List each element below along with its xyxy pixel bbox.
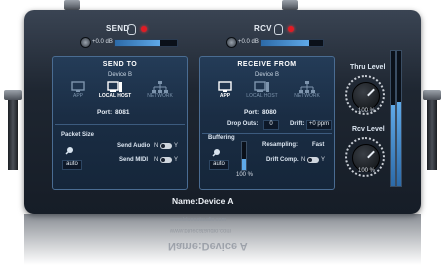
drift-comp-n: N (301, 157, 306, 163)
send-led (141, 26, 147, 32)
send-to-device: Device B (107, 72, 132, 78)
send-option-localhost-label: LOCAL HOST (98, 93, 132, 99)
output-meter-right (396, 50, 402, 187)
send-midi-n: N (154, 157, 159, 163)
network-icon (299, 81, 315, 93)
buffer-meter-fill (242, 158, 246, 170)
send-port-label: Port: (97, 109, 113, 116)
receive-option-localhost[interactable]: LOCAL HOST (244, 81, 280, 99)
thru-level-knob[interactable] (352, 82, 380, 110)
rcv-mic-icon (274, 24, 283, 35)
buffering-label: Buffering (208, 135, 235, 141)
resampling-value[interactable]: Fast (312, 142, 324, 148)
receive-option-network[interactable]: NETWORK (292, 81, 322, 99)
right-stand (427, 95, 437, 170)
send-audio-n: N (154, 143, 159, 149)
output-meter-right-fill (397, 102, 401, 186)
receive-option-app-label: APP (219, 93, 231, 99)
rcv-meter (260, 39, 324, 47)
packet-size-label: Packet Size (61, 132, 95, 138)
send-gain-knob[interactable] (80, 37, 91, 48)
rcv-meter-fill (261, 40, 310, 46)
send-audio-y: Y (174, 143, 179, 149)
send-option-app-label: APP (72, 93, 83, 99)
drift-comp-y: Y (321, 157, 326, 163)
receive-option-network-label: NETWORK (294, 93, 320, 99)
send-option-network[interactable]: NETWORK (145, 81, 175, 99)
send-audio-label: Send Audio (117, 143, 151, 149)
rcv-gain: +0.0 dB (238, 39, 259, 45)
receive-from-device: Device B (254, 72, 279, 78)
send-option-network-label: NETWORK (147, 93, 173, 99)
thru-level-label: Thru Level (350, 64, 386, 71)
buffering-value[interactable]: auto (209, 160, 229, 170)
monitor-icon (218, 81, 232, 92)
rcv-label: RCV (254, 24, 272, 33)
monitor-icon (71, 81, 85, 92)
resampling-label: Resampling: (262, 142, 299, 148)
receive-divider (202, 133, 332, 134)
receive-option-app[interactable]: APP (214, 81, 236, 99)
website-url-reflection: www.bluecataudio.com (170, 227, 232, 233)
device-name-reflection: Name:Device A (168, 240, 248, 252)
top-left-mount (64, 0, 80, 10)
output-meter-left-fill (391, 105, 395, 186)
rcv-gain-knob[interactable] (226, 37, 237, 48)
receive-port-value[interactable]: 8080 (262, 109, 276, 116)
send-midi-y: Y (174, 157, 179, 163)
drift-label: Drift: (290, 121, 305, 127)
buffer-meter (241, 141, 247, 171)
drop-outs-value: 0 (263, 120, 279, 130)
packet-size-knob[interactable] (65, 145, 75, 155)
computer-icon (254, 81, 269, 92)
website-url[interactable]: www.bluecataudio.com (170, 217, 226, 223)
send-port-value[interactable]: 8081 (115, 109, 129, 116)
send-label: SEND (106, 24, 130, 33)
send-audio-toggle[interactable] (160, 143, 172, 149)
send-mic-icon (127, 24, 136, 35)
network-icon (152, 81, 168, 93)
drop-outs-label: Drop Outs: (227, 121, 259, 127)
send-to-title: SEND TO (102, 61, 138, 68)
send-option-app[interactable]: APP (67, 81, 89, 99)
receive-from-panel: RECEIVE FROM Device B APP LOCAL HOST NET… (199, 56, 335, 190)
drift-comp-toggle[interactable] (307, 157, 319, 163)
send-meter-fill (115, 40, 160, 46)
buffer-level: 100 % (236, 172, 254, 178)
receive-option-localhost-label: LOCAL HOST (246, 93, 278, 99)
drift-value: +0 ppm (306, 120, 332, 130)
rcv-led (288, 26, 294, 32)
rcv-level-pointer (367, 150, 375, 159)
send-to-panel: SEND TO Device B APP LOCAL HOST NETWORK … (52, 56, 188, 190)
buffering-knob[interactable] (212, 147, 222, 157)
send-divider (55, 124, 185, 125)
send-option-localhost[interactable]: LOCAL HOST (97, 81, 133, 99)
rcv-level-value: 100 % (358, 168, 376, 174)
device-name[interactable]: Name:Device A (172, 196, 234, 206)
drift-comp-label: Drift Comp. (266, 157, 299, 163)
computer-icon (107, 81, 122, 92)
thru-level-pointer (367, 88, 375, 97)
send-midi-toggle[interactable] (160, 157, 172, 163)
right-mount (423, 90, 441, 100)
send-midi-label: Send MIDI (119, 157, 149, 163)
receive-from-title: RECEIVE FROM (237, 61, 297, 68)
left-stand (8, 95, 18, 170)
top-right-mount (282, 0, 298, 10)
send-gain: +0.0 dB (92, 39, 113, 45)
packet-size-value[interactable]: auto (62, 160, 82, 170)
left-mount (4, 90, 22, 100)
send-meter (114, 39, 178, 47)
thru-level-value: 100 % (358, 108, 376, 114)
receive-port-label: Port: (244, 109, 260, 116)
rcv-level-label: Rcv Level (352, 126, 385, 133)
